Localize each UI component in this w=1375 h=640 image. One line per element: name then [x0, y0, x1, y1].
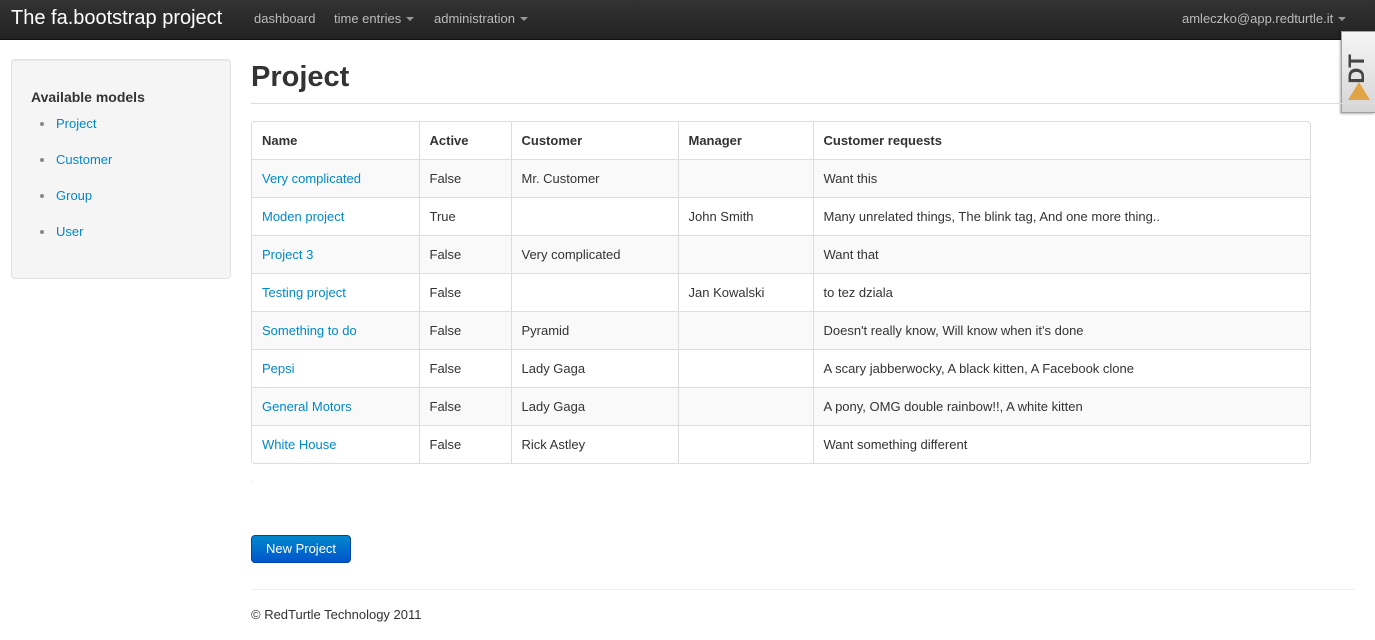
sidebar-link-user[interactable]: User — [56, 224, 83, 239]
sidebar-link-project[interactable]: Project — [56, 116, 96, 131]
cell-customer: Lady Gaga — [510, 348, 678, 387]
sidebar-item-customer: Customer — [39, 152, 112, 168]
cell-customer — [510, 272, 678, 311]
table-body: Very complicated False Mr. Customer Want th… — [252, 158, 1310, 463]
cell-customer-requests: to tez dziala — [812, 272, 1310, 311]
cell-customer-requests: Want something different — [812, 424, 1310, 463]
sidebar: Available models Project Customer Group … — [11, 59, 231, 279]
cell-manager: Jan Kowalski — [677, 272, 813, 311]
chevron-down-icon — [406, 16, 415, 21]
project-link[interactable]: Very complicated — [262, 171, 361, 186]
project-link[interactable]: Project 3 — [262, 247, 313, 262]
cell-manager: John Smith — [677, 196, 813, 235]
sidebar-link-customer[interactable]: Customer — [56, 152, 112, 167]
cell-active: True — [418, 196, 511, 235]
cell-customer-requests: A pony, OMG double rainbow!!, A white ki… — [812, 386, 1310, 425]
table-header-row: Name Active Customer Manager Customer re… — [252, 122, 1310, 159]
user-email: amleczko@app.redturtle.it — [1182, 11, 1334, 26]
footer-divider — [251, 589, 1355, 590]
project-link[interactable]: Moden project — [262, 209, 344, 224]
table-row: Testing project False Jan Kowalski to tez d… — [252, 272, 1310, 311]
cell-customer: Pyramid — [510, 310, 678, 349]
project-link[interactable]: Testing project — [262, 285, 346, 300]
page-title: Project — [251, 61, 350, 93]
projects-table-container: Name Active Customer Manager Customer re… — [251, 121, 1311, 464]
cell-name: Testing project — [252, 272, 419, 311]
sidebar-item-project: Project — [39, 116, 96, 132]
table-row: Very complicated False Mr. Customer Want th… — [252, 158, 1310, 197]
column-header-customer-requests: Customer requests — [812, 122, 1310, 159]
brand-link[interactable]: The fa.bootstrap project — [11, 6, 222, 30]
table-row: General Motors False Lady Gaga A pony, OMG … — [252, 386, 1310, 425]
cell-name: Moden project — [252, 196, 419, 235]
column-header-manager: Manager — [677, 122, 813, 159]
table-row: Moden project True John Smith Many unrelate… — [252, 196, 1310, 235]
cell-customer-requests: Doesn't really know, Will know when it's… — [812, 310, 1310, 349]
nav-administration-label: administration — [434, 11, 515, 26]
column-header-name: Name — [262, 132, 298, 148]
new-project-button[interactable]: New Project — [251, 535, 351, 563]
debug-toolbar-logo-icon — [1348, 82, 1370, 100]
cell-active: False — [418, 234, 511, 273]
cell-customer-requests: Many unrelated things, The blink tag, An… — [812, 196, 1310, 235]
cell-customer: Very complicated — [510, 234, 678, 273]
nav-administration-dropdown[interactable]: administration — [434, 11, 528, 27]
cell-name: Something to do — [252, 310, 419, 349]
cell-name: Very complicated — [252, 158, 419, 197]
cell-name: White House — [252, 424, 419, 463]
cell-customer — [510, 196, 678, 235]
title-divider — [251, 103, 1375, 104]
cell-customer: Rick Astley — [510, 424, 678, 463]
cell-active: False — [418, 424, 511, 463]
chevron-down-icon — [519, 16, 528, 21]
top-navbar: The fa.bootstrap project dashboard time … — [0, 0, 1375, 40]
cell-active: False — [418, 386, 511, 425]
cell-active: False — [418, 158, 511, 197]
cell-manager — [677, 234, 813, 273]
column-header-active: Active — [418, 122, 511, 159]
project-link[interactable]: White House — [262, 437, 336, 452]
cell-name: General Motors — [252, 386, 419, 425]
chevron-down-icon — [1338, 16, 1347, 21]
table-row: Project 3 False Very complicated Want that — [252, 234, 1310, 273]
user-menu-dropdown[interactable]: amleczko@app.redturtle.it — [1182, 11, 1347, 27]
projects-table: Name Active Customer Manager Customer re… — [252, 122, 1310, 463]
cell-customer-requests: A scary jabberwocky, A black kitten, A F… — [812, 348, 1310, 387]
table-row: Something to do False Pyramid Doesn't reall… — [252, 310, 1310, 349]
project-link[interactable]: General Motors — [262, 399, 352, 414]
cell-manager — [677, 386, 813, 425]
nav-dashboard[interactable]: dashboard — [254, 11, 315, 27]
sidebar-item-group: Group — [39, 188, 92, 204]
cell-active: False — [418, 310, 511, 349]
sidebar-link-group[interactable]: Group — [56, 188, 92, 203]
table-row: Pepsi False Lady Gaga A scary jabberwocky, … — [252, 348, 1310, 387]
cell-active: False — [418, 272, 511, 311]
column-header-customer: Customer — [510, 122, 678, 159]
sidebar-title: Available models — [31, 89, 145, 105]
nav-time-entries-dropdown[interactable]: time entries — [334, 11, 415, 27]
footer-copyright: © RedTurtle Technology 2011 — [251, 607, 422, 622]
cell-active: False — [418, 348, 511, 387]
cell-manager — [677, 310, 813, 349]
cell-customer: Lady Gaga — [510, 386, 678, 425]
cell-customer-requests: Want that — [812, 234, 1310, 273]
cell-manager — [677, 424, 813, 463]
pagination-placeholder — [251, 481, 252, 482]
sidebar-item-user: User — [39, 224, 83, 240]
debug-toolbar-handle[interactable]: DT — [1341, 31, 1375, 113]
project-link[interactable]: Something to do — [262, 323, 357, 338]
cell-manager — [677, 158, 813, 197]
cell-customer: Mr. Customer — [510, 158, 678, 197]
nav-dashboard-label: dashboard — [254, 11, 316, 26]
project-link[interactable]: Pepsi — [262, 361, 295, 376]
cell-name: Project 3 — [252, 234, 419, 273]
nav-time-entries-label: time entries — [334, 11, 402, 26]
table-row: White House False Rick Astley Want somethin… — [252, 424, 1310, 463]
cell-customer-requests: Want this — [812, 158, 1310, 197]
cell-name: Pepsi — [252, 348, 419, 387]
cell-manager — [677, 348, 813, 387]
